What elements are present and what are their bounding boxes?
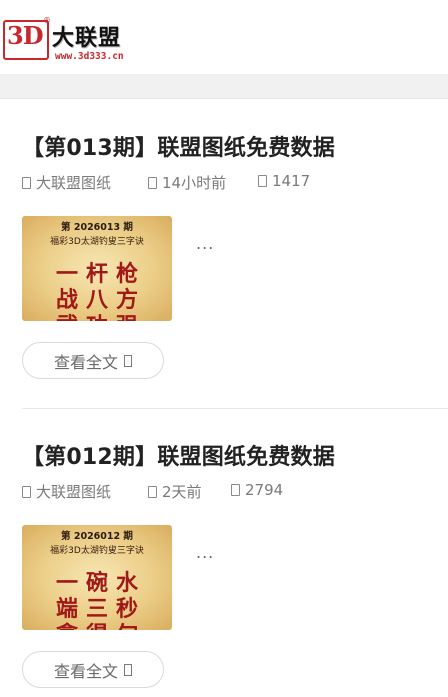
post-divider — [22, 408, 448, 409]
user-icon — [22, 176, 31, 189]
post-author-label: 大联盟图纸 — [36, 174, 112, 192]
post-time: 2天前 — [148, 481, 202, 502]
post-author: 大联盟图纸 — [22, 481, 111, 502]
logo-mark: 3D — [7, 21, 44, 50]
post-thumbnail[interactable]: 第 2026013 期 福彩3D太湖钓叟三字诀 一杆枪 战八方 武功强 — [22, 216, 172, 321]
header-separator-band — [0, 74, 448, 99]
site-header: 3D ® 大联盟 www.3d333.cn — [0, 0, 448, 74]
arrow-right-icon — [124, 663, 132, 676]
clock-icon — [148, 485, 157, 498]
read-more-button[interactable]: 查看全文 — [22, 651, 164, 688]
post-title[interactable]: 【第012期】联盟图纸免费数据 — [22, 439, 335, 471]
post-thumbnail[interactable]: 第 2026012 期 福彩3D太湖钓叟三字诀 一碗水 端三秒 拿得旬 — [22, 525, 172, 630]
post-views-count: 2794 — [245, 481, 284, 499]
post-views: 1417 — [258, 172, 310, 190]
thumb-subtitle: 福彩3D太湖钓叟三字诀 — [50, 546, 144, 556]
arrow-right-icon — [124, 354, 132, 367]
site-logo[interactable]: 3D ® 大联盟 www.3d333.cn — [3, 16, 148, 64]
thumb-line-3: 拿得旬 — [22, 617, 172, 630]
read-more-button[interactable]: 查看全文 — [22, 342, 164, 379]
user-icon — [22, 485, 31, 498]
clock-icon — [148, 176, 157, 189]
post-author: 大联盟图纸 — [22, 172, 111, 193]
read-more-label: 查看全文 — [53, 352, 118, 372]
registered-mark: ® — [43, 16, 51, 25]
post-time-label: 14小时前 — [162, 174, 227, 192]
excerpt-ellipsis: ... — [196, 543, 215, 562]
thumb-line-3: 武功强 — [22, 308, 172, 321]
post-views-count: 1417 — [272, 172, 311, 190]
post-author-label: 大联盟图纸 — [36, 483, 112, 501]
eye-icon — [258, 175, 267, 187]
logo-url: www.3d333.cn — [55, 51, 124, 62]
excerpt-ellipsis: ... — [196, 234, 215, 253]
read-more-label: 查看全文 — [53, 661, 118, 681]
post-time: 14小时前 — [148, 172, 226, 193]
thumb-issue: 第 2026013 期 — [61, 222, 133, 233]
eye-icon — [231, 484, 240, 496]
post-title[interactable]: 【第013期】联盟图纸免费数据 — [22, 130, 335, 162]
logo-name: 大联盟 — [52, 26, 122, 51]
thumb-subtitle: 福彩3D太湖钓叟三字诀 — [50, 237, 144, 247]
post-views: 2794 — [231, 481, 283, 499]
thumb-issue: 第 2026012 期 — [61, 531, 133, 542]
post-time-label: 2天前 — [162, 483, 202, 501]
